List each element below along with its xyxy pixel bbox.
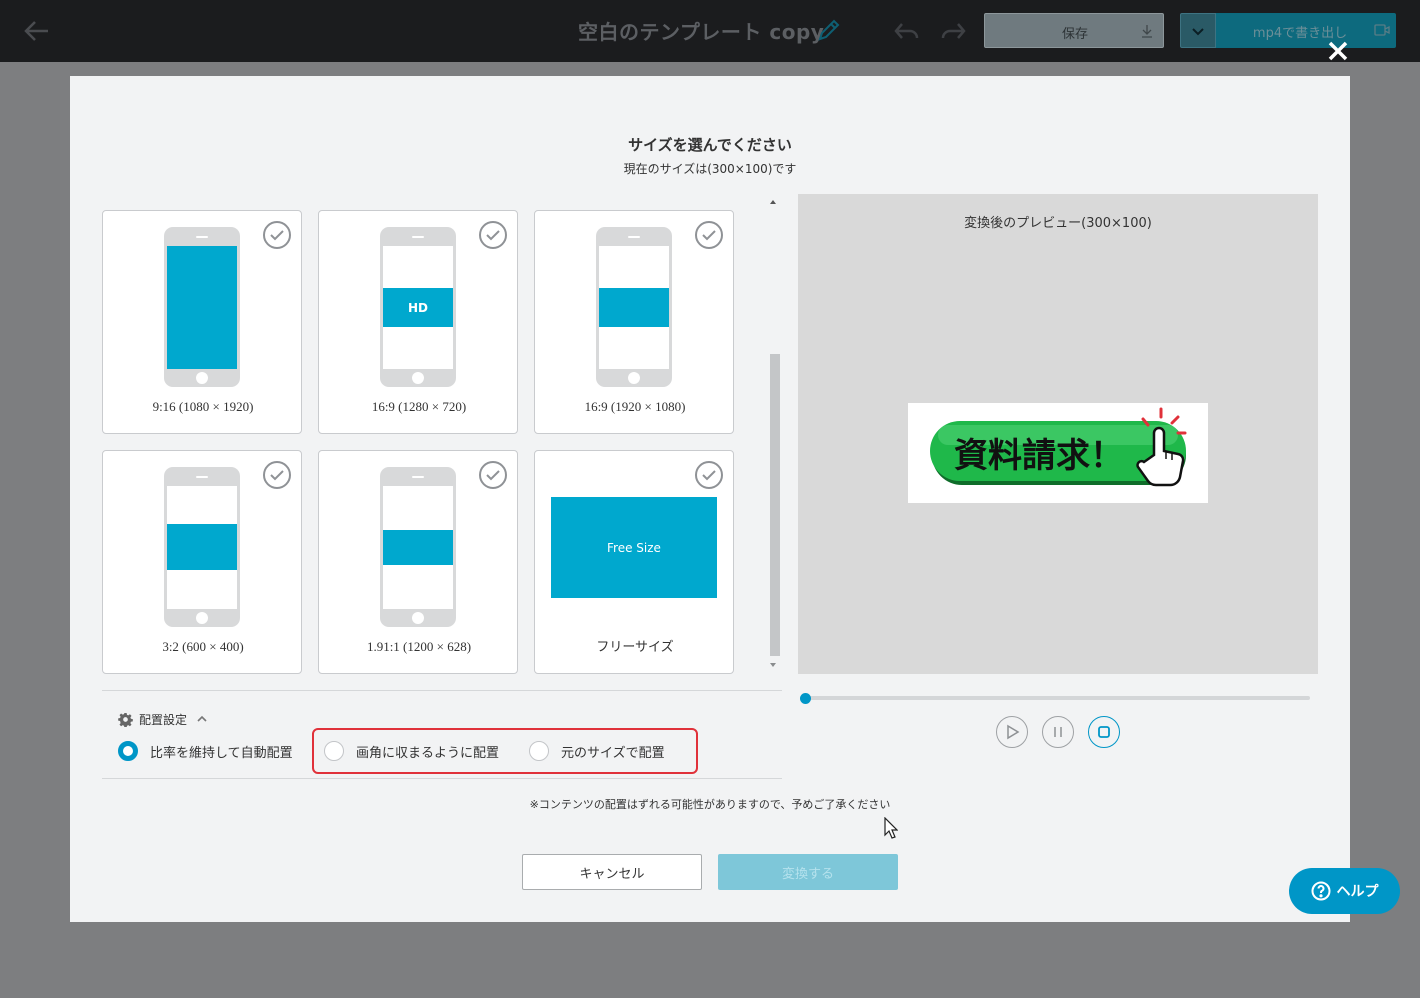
size-card-label: フリーサイズ [596, 639, 674, 654]
check-circle-icon [479, 221, 507, 249]
phone-icon [164, 227, 240, 387]
top-bar: 空白のテンプレート copy 保存 mp4で書き出し [0, 0, 1420, 62]
divider [102, 690, 782, 691]
radio-label: 比率を維持して自動配置 [150, 745, 293, 761]
stop-icon [1098, 726, 1110, 738]
preview-banner-image: 資料請求！ [908, 403, 1208, 503]
download-icon [1142, 25, 1152, 38]
check-circle-icon [479, 461, 507, 489]
size-card-label: 16:9 (1280 × 720) [371, 399, 467, 414]
radio-option-auto[interactable]: 比率を維持して自動配置 [118, 740, 293, 762]
size-card-1-91-1[interactable]: 1.91:1 (1200 × 628) [318, 450, 518, 674]
arrangement-settings-toggle[interactable]: 配置設定 [118, 711, 209, 727]
back-arrow-icon[interactable] [22, 16, 52, 46]
size-card-label: 3:2 (600 × 400) [162, 639, 244, 654]
mouse-cursor-icon [884, 817, 898, 839]
close-icon[interactable] [1325, 38, 1351, 64]
free-size-box: Free Size [551, 497, 717, 598]
playback-scrubber[interactable] [800, 693, 811, 704]
redo-icon[interactable] [938, 16, 968, 46]
size-select-dialog: サイズを選んでください 現在のサイズは(300×100)です 9:16 (108… [70, 76, 1350, 922]
undo-icon[interactable] [892, 16, 922, 46]
check-circle-icon [695, 221, 723, 249]
check-circle-icon [695, 461, 723, 489]
document-title[interactable]: 空白のテンプレート copy [578, 16, 824, 45]
divider [102, 778, 782, 779]
video-icon [1374, 24, 1390, 36]
export-mp4-button[interactable]: mp4で書き出し [1216, 13, 1396, 48]
help-button[interactable]: ヘルプ [1289, 868, 1400, 914]
hd-badge: HD [383, 288, 453, 327]
export-button-label: mp4で書き出し [1252, 26, 1348, 41]
banner-text: 資料請求！ [954, 436, 1124, 476]
scroll-up-arrow-icon[interactable] [768, 197, 778, 207]
check-circle-icon [263, 461, 291, 489]
phone-icon [380, 467, 456, 627]
question-circle-icon [1311, 881, 1330, 901]
playback-timeline[interactable] [806, 696, 1310, 700]
phone-icon [164, 467, 240, 627]
save-button-label: 保存 [1061, 27, 1088, 42]
play-icon [1007, 724, 1020, 740]
arrangement-heading: 配置設定 [139, 712, 188, 727]
check-circle-icon [263, 221, 291, 249]
size-card-free[interactable]: Free Size フリーサイズ [534, 450, 734, 674]
size-card-16-9-fhd[interactable]: 16:9 (1920 × 1080) [534, 210, 734, 434]
notice-text: ※コンテンツの配置はずれる可能性がありますので、予めご了承ください [529, 798, 891, 811]
dialog-title: サイズを選んでください [628, 136, 792, 154]
chevron-up-icon [197, 715, 207, 722]
help-label: ヘルプ [1336, 884, 1379, 900]
cancel-button[interactable]: キャンセル [522, 854, 702, 890]
highlight-annotation-box [312, 728, 698, 774]
pause-button[interactable] [1042, 716, 1074, 748]
pause-icon [1054, 727, 1062, 737]
radio-button[interactable] [118, 741, 138, 761]
play-button[interactable] [996, 716, 1028, 748]
size-card-9-16[interactable]: 9:16 (1080 × 1920) [102, 210, 302, 434]
size-card-label: 9:16 (1080 × 1920) [152, 399, 254, 414]
preview-area: 変換後のプレビュー(300×100) 資料請求！ [798, 194, 1318, 674]
preview-label: 変換後のプレビュー(300×100) [964, 216, 1152, 231]
phone-icon [596, 227, 672, 387]
phone-icon: HD [380, 227, 456, 387]
scrollbar-thumb[interactable] [770, 354, 780, 656]
export-dropdown-button[interactable] [1180, 13, 1216, 48]
dialog-subtitle: 現在のサイズは(300×100)です [623, 162, 797, 176]
pencil-edit-icon[interactable] [816, 17, 842, 43]
convert-button[interactable]: 変換する [718, 854, 898, 890]
scroll-down-arrow-icon[interactable] [768, 660, 778, 670]
size-card-3-2[interactable]: 3:2 (600 × 400) [102, 450, 302, 674]
save-button[interactable]: 保存 [984, 13, 1164, 48]
size-card-label: 1.91:1 (1200 × 628) [366, 639, 472, 654]
chevron-down-icon [1192, 28, 1204, 36]
size-card-16-9-hd[interactable]: HD 16:9 (1280 × 720) [318, 210, 518, 434]
stop-button[interactable] [1088, 716, 1120, 748]
size-card-label: 16:9 (1920 × 1080) [584, 399, 686, 414]
gear-icon [118, 712, 133, 727]
